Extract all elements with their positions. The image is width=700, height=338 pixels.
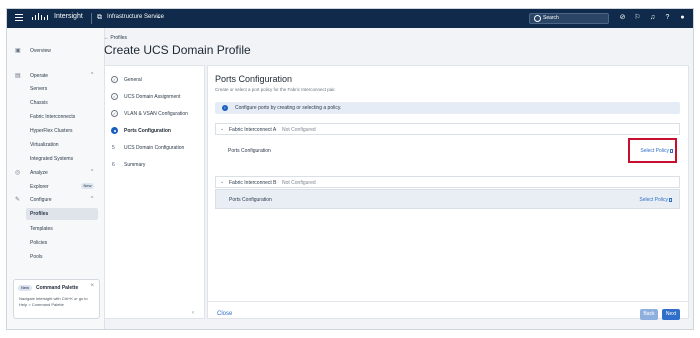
search-input[interactable]: Search [529,13,609,24]
top-bar: Intersight ⧉ Infrastructure Service ⌄ Se… [7,9,693,28]
chevron-down-icon[interactable]: ⌄ [156,13,161,20]
sidebar-item-policies[interactable]: Policies [30,240,47,246]
sidebar-item-servers[interactable]: Servers [30,86,47,92]
step-number: 5 [112,145,115,151]
search-placeholder: Search [543,15,559,21]
close-icon[interactable]: × [90,283,94,289]
chevron-down-icon: ⌄ [220,126,225,132]
sidebar-item-integrated-systems[interactable]: Integrated Systems [30,156,73,162]
fi-b-ports-label: Ports Configuration [229,197,272,203]
sidebar-item-templates[interactable]: Templates [30,226,53,232]
close-button[interactable]: Close [217,311,232,317]
sidebar-item-overview[interactable]: Overview [30,48,51,54]
sidebar-group-configure[interactable]: Configure [30,197,52,203]
configure-icon: ✎ [15,197,21,203]
new-badge: New [18,285,32,291]
chevron-up-icon[interactable]: ^ [91,169,93,175]
announcement-icon[interactable]: ⚐ [633,13,642,22]
operate-icon: ▤ [15,73,21,79]
chevron-left-icon[interactable]: ‹ [192,310,194,316]
fabric-interconnect-a-header[interactable]: ⌄ Fabric Interconnect A Not Configured [215,123,680,135]
fi-b-name: Fabric Interconnect B [229,180,277,186]
sidebar-item-chassis[interactable]: Chassis [30,100,48,106]
chevron-down-icon: ⌄ [220,179,225,185]
chevron-up-icon[interactable]: ^ [91,72,93,78]
fi-b-ports-row: Ports Configuration Select Policy [215,189,680,209]
info-icon: i [222,105,228,111]
sidebar-item-hyperflex-clusters[interactable]: HyperFlex Clusters [30,128,73,134]
wizard-steps: ✓ General ✓ UCS Domain Assignment ✓ VLAN… [104,65,205,319]
info-text: Configure ports by creating or selecting… [235,105,342,111]
user-icon[interactable]: ● [678,13,687,22]
chevron-up-icon[interactable]: ^ [91,196,93,202]
fi-a-name: Fabric Interconnect A [229,127,277,133]
document-icon [669,198,672,202]
sidebar-item-profiles[interactable]: Profiles [30,211,48,217]
sidebar-item-explorer[interactable]: Explorer [30,184,49,190]
command-palette-title: Command Palette [36,285,79,291]
cisco-logo [32,13,50,22]
fi-a-ports-label: Ports Configuration [228,148,271,154]
breadcrumb[interactable]: ← Profiles [104,35,127,41]
sidebar-item-pools[interactable]: Pools [30,254,43,260]
next-button[interactable]: Next [662,309,680,320]
search-icon [534,15,541,22]
fabric-interconnect-b-header[interactable]: ⌄ Fabric Interconnect B Not Configured [215,176,680,188]
check-icon: ✓ [111,76,118,83]
divider [91,13,92,24]
menu-icon[interactable] [15,14,23,21]
select-policy-highlight [628,138,677,163]
fi-b-state: Not Configured [282,180,316,186]
command-palette-card[interactable]: New Command Palette × Navigate Intersigh… [13,279,100,319]
status-icon[interactable]: ⊘ [618,13,627,22]
check-icon: ✓ [111,110,118,117]
footer-divider [208,301,688,302]
active-step-icon [111,127,118,134]
page-title: Create UCS Domain Profile [104,43,251,57]
overview-icon: ▣ [15,48,21,54]
step-number: 6 [112,162,115,168]
app-name: Intersight [54,13,83,20]
ports-configuration-panel: Ports Configuration Create or select a p… [207,65,689,320]
analyze-icon: ◎ [15,170,21,176]
app-window: Intersight ⧉ Infrastructure Service ⌄ Se… [6,8,694,330]
check-icon: ✓ [111,93,118,100]
info-banner: i Configure ports by creating or selecti… [215,102,680,114]
sidebar: ▣ Overview ▤ Operate ^ Servers Chassis F… [7,28,105,329]
sidebar-group-operate[interactable]: Operate [30,73,48,79]
sidebar-group-analyze[interactable]: Analyze [30,170,48,176]
sidebar-item-virtualization[interactable]: Virtualization [30,142,59,148]
sidebar-item-fabric-interconnects[interactable]: Fabric Interconnects [30,114,75,120]
section-title: Ports Configuration [215,74,293,84]
new-badge: New [81,183,94,189]
service-icon: ⧉ [97,14,102,21]
command-palette-text: Navigate Intersight with Ctrl+K or go to… [19,296,88,307]
back-button[interactable]: Back [640,309,658,320]
help-icon[interactable]: ? [663,13,672,22]
bell-icon[interactable]: ♫ [648,13,657,22]
fi-a-ports-row: Ports Configuration Select Policy [215,141,680,161]
fi-b-select-policy-link[interactable]: Select Policy [639,197,672,203]
fi-a-state: Not Configured [282,127,316,133]
section-subtitle: Create or select a port policy for the F… [215,87,336,92]
